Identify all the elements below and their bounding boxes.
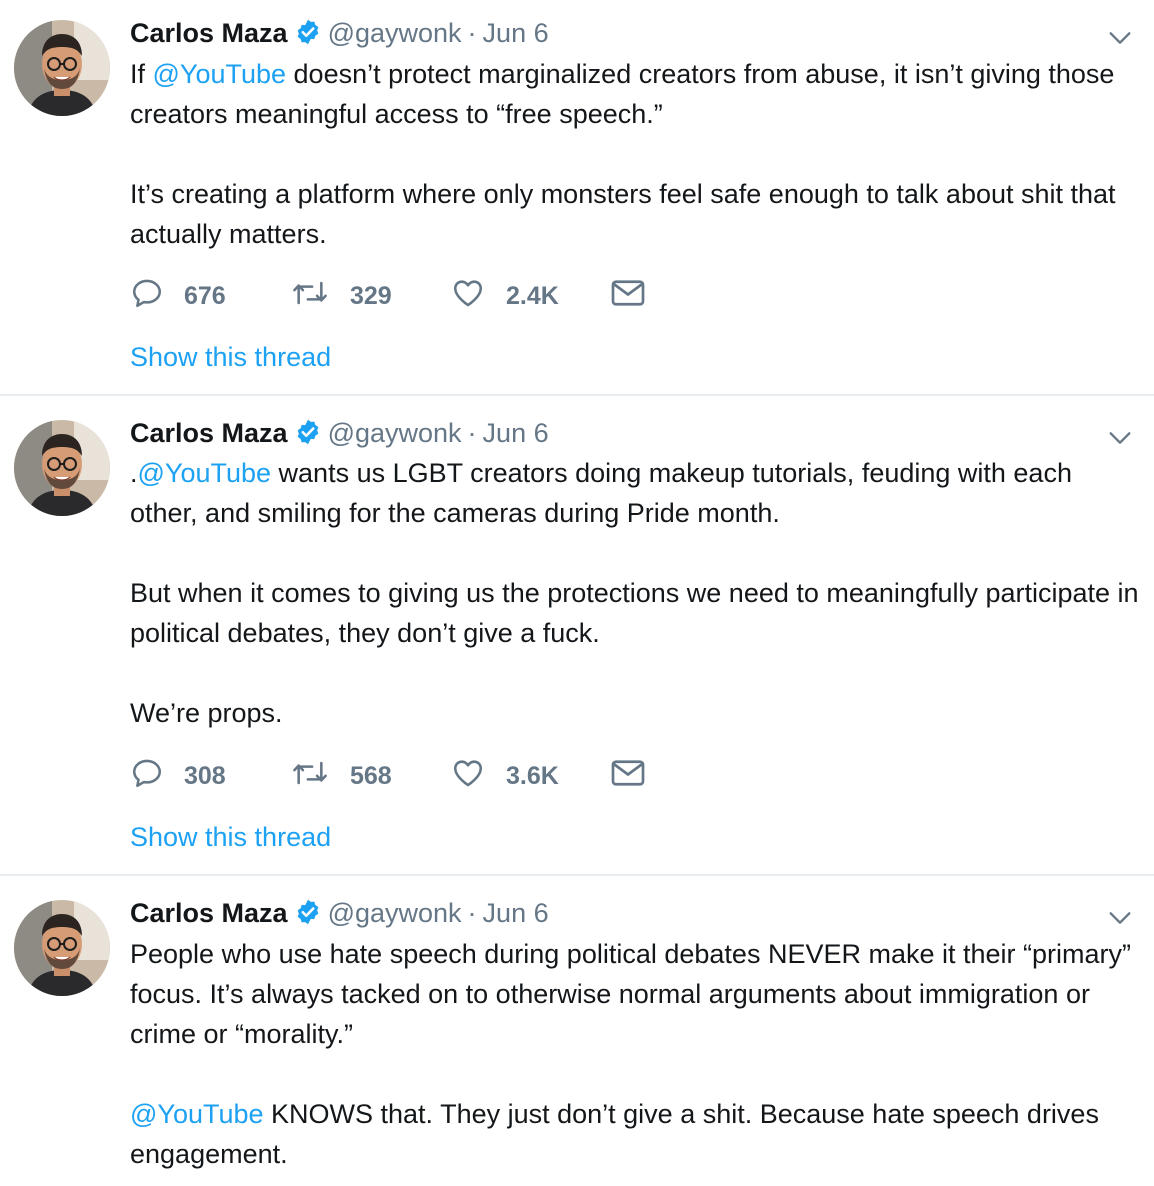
like-count: 3.6K bbox=[506, 761, 559, 790]
verified-badge-icon bbox=[294, 18, 322, 54]
author-handle[interactable]: @gaywonk bbox=[328, 898, 462, 928]
tweet-text-segment: We’re props. bbox=[130, 698, 283, 728]
avatar[interactable] bbox=[14, 20, 110, 116]
tweet-paragraph: It’s creating a platform where only mons… bbox=[130, 174, 1140, 254]
retweet-icon bbox=[290, 756, 350, 797]
tweet-text: .@YouTube wants us LGBT creators doing m… bbox=[130, 453, 1140, 733]
tweet-actions: 308 568 3.6K bbox=[130, 756, 666, 796]
like-count: 2.4K bbox=[506, 281, 559, 310]
direct-message-button[interactable] bbox=[610, 278, 666, 315]
tweet[interactable]: Carlos Maza @gaywonk · Jun 6 If @YouTube do… bbox=[0, 0, 1154, 396]
tweet-actions: 676 329 2.4K bbox=[130, 276, 666, 316]
tweet-text-segment: wants us LGBT creators doing makeup tuto… bbox=[130, 458, 1072, 528]
tweet-text: People who use hate speech during politi… bbox=[130, 934, 1140, 1174]
retweet-button[interactable]: 329 bbox=[290, 276, 450, 317]
separator-dot: · bbox=[467, 18, 477, 48]
tweet-text-segment: But when it comes to giving us the prote… bbox=[130, 578, 1139, 648]
show-thread-link[interactable]: Show this thread bbox=[130, 340, 331, 374]
author-handle[interactable]: @gaywonk bbox=[328, 418, 462, 448]
mention-link[interactable]: @YouTube bbox=[138, 458, 272, 488]
tweet-paragraph: .@YouTube wants us LGBT creators doing m… bbox=[130, 453, 1140, 533]
separator-dot: · bbox=[467, 418, 477, 448]
tweet-text-segment: If bbox=[130, 59, 153, 89]
reply-count: 676 bbox=[184, 281, 226, 310]
direct-message-button[interactable] bbox=[610, 758, 666, 795]
author-handle[interactable]: @gaywonk bbox=[328, 18, 462, 48]
tweet-header: Carlos Maza @gaywonk · Jun 6 bbox=[130, 416, 549, 450]
author-name[interactable]: Carlos Maza bbox=[130, 18, 288, 48]
envelope-icon bbox=[610, 758, 666, 795]
tweet-text-segment: It’s creating a platform where only mons… bbox=[130, 179, 1116, 249]
mention-link[interactable]: @YouTube bbox=[153, 59, 287, 89]
reply-button[interactable]: 676 bbox=[130, 276, 290, 317]
chevron-down-icon[interactable] bbox=[1106, 424, 1134, 452]
mention-link[interactable]: @YouTube bbox=[130, 1099, 264, 1129]
separator-dot: · bbox=[467, 898, 477, 928]
like-button[interactable]: 2.4K bbox=[450, 276, 610, 317]
tweet-date[interactable]: Jun 6 bbox=[483, 18, 549, 48]
envelope-icon bbox=[610, 278, 666, 315]
retweet-button[interactable]: 568 bbox=[290, 756, 450, 797]
tweet-date[interactable]: Jun 6 bbox=[483, 418, 549, 448]
author-name[interactable]: Carlos Maza bbox=[130, 418, 288, 448]
retweet-icon bbox=[290, 276, 350, 317]
chevron-down-icon[interactable] bbox=[1106, 904, 1134, 932]
reply-count: 308 bbox=[184, 761, 226, 790]
tweet-paragraph: People who use hate speech during politi… bbox=[130, 934, 1140, 1054]
tweet[interactable]: Carlos Maza @gaywonk · Jun 6 .@YouTube want… bbox=[0, 396, 1154, 876]
chevron-down-icon[interactable] bbox=[1106, 24, 1134, 52]
like-button[interactable]: 3.6K bbox=[450, 756, 610, 797]
reply-button[interactable]: 308 bbox=[130, 756, 290, 797]
retweet-count: 329 bbox=[350, 281, 392, 310]
tweet-text: If @YouTube doesn’t protect marginalized… bbox=[130, 54, 1140, 254]
retweet-count: 568 bbox=[350, 761, 392, 790]
tweet-paragraph: @YouTube KNOWS that. They just don’t giv… bbox=[130, 1094, 1140, 1174]
avatar[interactable] bbox=[14, 420, 110, 516]
reply-icon bbox=[130, 276, 184, 317]
tweet-header: Carlos Maza @gaywonk · Jun 6 bbox=[130, 896, 549, 930]
tweet-header: Carlos Maza @gaywonk · Jun 6 bbox=[130, 16, 549, 50]
tweet-paragraph: But when it comes to giving us the prote… bbox=[130, 573, 1140, 653]
heart-icon bbox=[450, 276, 506, 317]
tweet-paragraph: If @YouTube doesn’t protect marginalized… bbox=[130, 54, 1140, 134]
tweet-text-segment: KNOWS that. They just don’t give a shit.… bbox=[130, 1099, 1099, 1169]
author-name[interactable]: Carlos Maza bbox=[130, 898, 288, 928]
tweet-text-segment: People who use hate speech during politi… bbox=[130, 939, 1132, 1049]
tweet-paragraph: We’re props. bbox=[130, 693, 1140, 733]
verified-badge-icon bbox=[294, 898, 322, 934]
tweet[interactable]: Carlos Maza @gaywonk · Jun 6 People who use… bbox=[0, 876, 1154, 1186]
heart-icon bbox=[450, 756, 506, 797]
avatar[interactable] bbox=[14, 900, 110, 996]
tweet-date[interactable]: Jun 6 bbox=[483, 898, 549, 928]
verified-badge-icon bbox=[294, 418, 322, 454]
show-thread-link[interactable]: Show this thread bbox=[130, 820, 331, 854]
reply-icon bbox=[130, 756, 184, 797]
tweet-text-segment: . bbox=[130, 458, 138, 488]
